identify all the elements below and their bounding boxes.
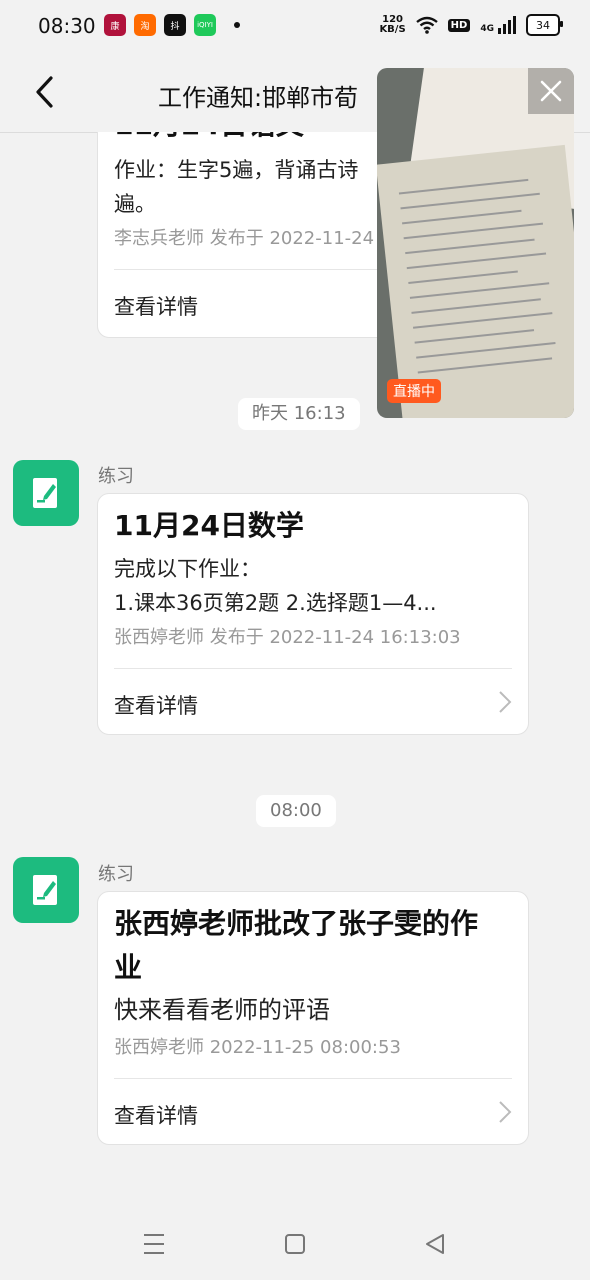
chevron-left-icon bbox=[36, 76, 53, 108]
system-navigation-bar bbox=[0, 1210, 590, 1280]
notification-app-icons: 康 淘 抖 iQIYI bbox=[104, 14, 240, 36]
page-title: 工作通知:邯郸市荀 bbox=[158, 84, 359, 112]
card-body-line: 1.课本36页第2题 2.选择题1—4... bbox=[114, 591, 437, 615]
chevron-right-icon bbox=[498, 1100, 512, 1131]
network-speed: 120 KB/S bbox=[379, 15, 405, 35]
sender-name: 练习 bbox=[98, 466, 134, 487]
app-notification-icon: 抖 bbox=[164, 14, 186, 36]
hd-icon: HD bbox=[447, 18, 471, 32]
view-details-label: 查看详情 bbox=[114, 295, 198, 319]
close-icon bbox=[540, 80, 562, 102]
home-button[interactable] bbox=[284, 1232, 306, 1260]
card-title: 11月24日数学 bbox=[114, 509, 304, 542]
card-body-line: 完成以下作业： bbox=[114, 557, 261, 581]
battery-level: 34 bbox=[536, 18, 550, 32]
app-notification-icon: 淘 bbox=[134, 14, 156, 36]
view-details-link[interactable]: 查看详情 bbox=[114, 1079, 512, 1151]
sender-name: 练习 bbox=[98, 864, 134, 885]
card-title-line: 张西婷老师批改了张子雯的作 bbox=[114, 907, 479, 940]
live-stream-floating-window[interactable]: 直播中 bbox=[377, 68, 574, 418]
document-edit-icon bbox=[33, 875, 57, 905]
sender-avatar[interactable] bbox=[13, 460, 79, 526]
live-badge: 直播中 bbox=[387, 379, 441, 403]
notification-card[interactable]: 张西婷老师批改了张子雯的作 业 快来看看老师的评语 张西婷老师 2022-11-… bbox=[97, 891, 529, 1145]
system-back-button[interactable] bbox=[424, 1232, 446, 1260]
app-notification-icon: iQIYI bbox=[194, 14, 216, 36]
app-notification-icon: 康 bbox=[104, 14, 126, 36]
live-video-page bbox=[377, 144, 574, 418]
close-overlay-button[interactable] bbox=[528, 68, 574, 114]
chevron-right-icon bbox=[498, 690, 512, 721]
battery-icon: 34 bbox=[526, 14, 563, 36]
home-icon bbox=[285, 1234, 305, 1254]
network-speed-unit: KB/S bbox=[379, 24, 406, 35]
card-body-line: 快来看看老师的评语 bbox=[114, 996, 330, 1024]
more-notifications-dot-icon bbox=[234, 22, 240, 28]
back-button[interactable] bbox=[24, 72, 64, 112]
view-details-label: 查看详情 bbox=[114, 694, 198, 718]
status-time: 08:30 bbox=[38, 14, 96, 38]
document-edit-icon bbox=[33, 478, 57, 508]
status-right-icons: 120 KB/S HD 4G 34 bbox=[379, 14, 563, 36]
card-meta: 张西婷老师 2022-11-25 08:00:53 bbox=[114, 1037, 401, 1058]
network-type: 4G bbox=[480, 24, 494, 34]
view-details-link[interactable]: 查看详情 bbox=[114, 669, 512, 741]
card-meta: 张西婷老师 发布于 2022-11-24 16:13:03 bbox=[114, 627, 461, 648]
cellular-signal-icon: 4G bbox=[480, 16, 516, 34]
recent-apps-button[interactable] bbox=[143, 1232, 165, 1260]
menu-icon bbox=[144, 1234, 164, 1254]
timestamp-divider: 08:00 bbox=[256, 795, 336, 827]
card-title-line: 业 bbox=[114, 951, 143, 984]
status-bar: 08:30 康 淘 抖 iQIYI 120 KB/S HD 4G 34 bbox=[0, 0, 590, 52]
triangle-back-icon bbox=[426, 1234, 444, 1254]
view-details-label: 查看详情 bbox=[114, 1104, 198, 1128]
timestamp-divider: 昨天 16:13 bbox=[238, 398, 360, 430]
notification-card[interactable]: 11月24日数学 完成以下作业： 1.课本36页第2题 2.选择题1—4... … bbox=[97, 493, 529, 735]
wifi-icon bbox=[415, 16, 438, 34]
sender-avatar[interactable] bbox=[13, 857, 79, 923]
